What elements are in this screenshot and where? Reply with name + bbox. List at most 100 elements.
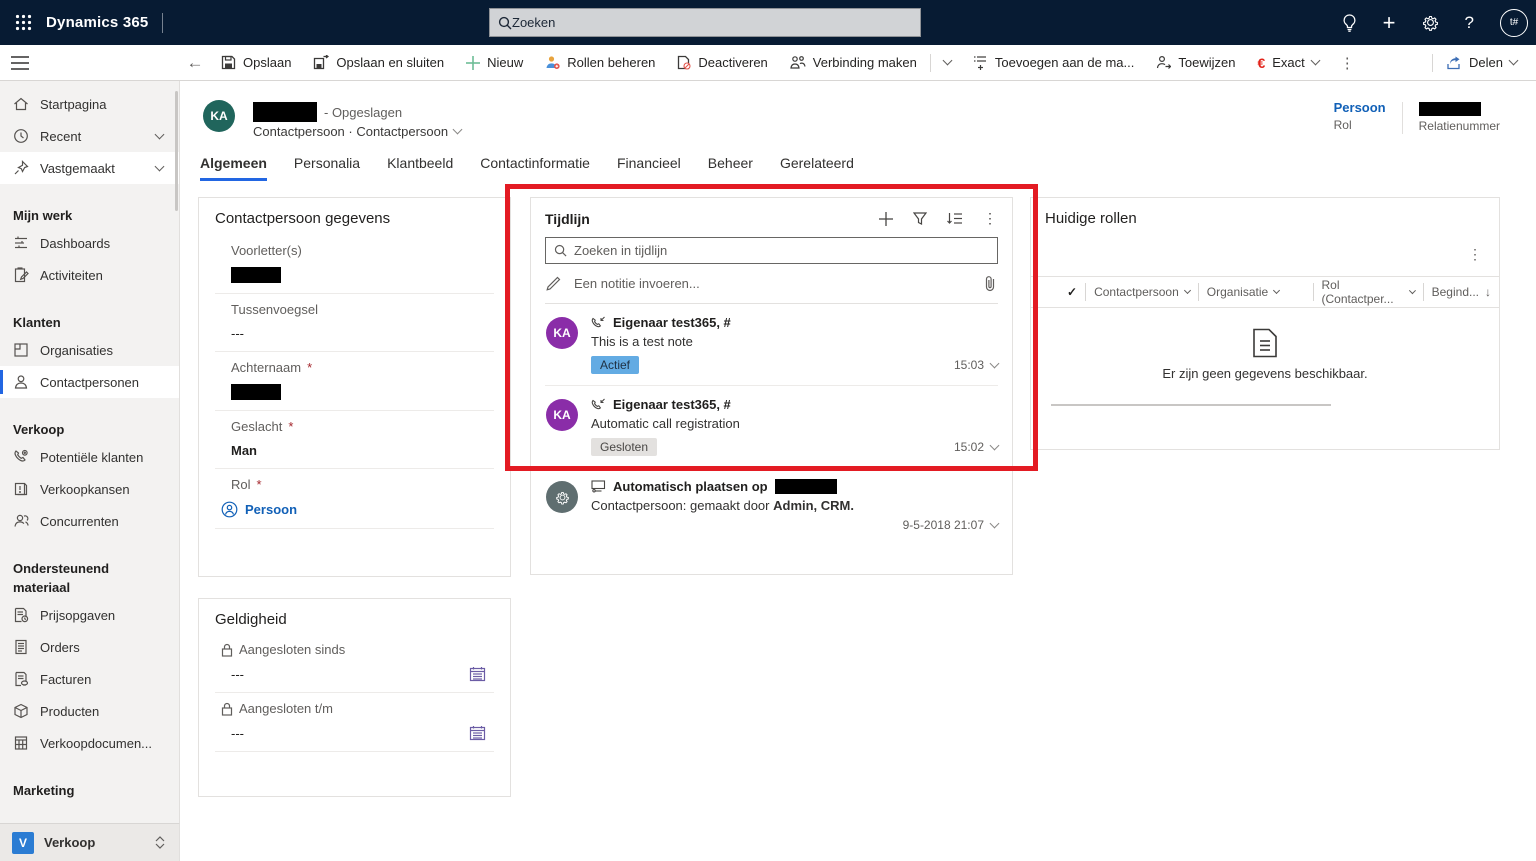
sidebar-item-producten[interactable]: Producten [0, 695, 179, 727]
column-organisatie[interactable]: Organisatie [1197, 283, 1295, 301]
calendar-icon[interactable] [469, 666, 486, 682]
sidebar-item-prijsopgaven[interactable]: Prijsopgaven [0, 599, 179, 631]
entry-time[interactable]: 15:03 [954, 358, 1000, 372]
field-label: Geslacht [231, 419, 283, 434]
sidebar-item-orders[interactable]: Orders [0, 631, 179, 663]
sidebar-scrollbar[interactable] [175, 91, 178, 211]
roles-horizontal-scrollbar[interactable] [1051, 404, 1331, 406]
command-overflow-button[interactable]: ⋮ [1330, 54, 1366, 72]
connect-button[interactable]: Verbinding maken [779, 45, 928, 81]
sidebar-item-potentiele-klanten[interactable]: Potentiële klanten [0, 441, 179, 473]
deactivate-button[interactable]: Deactiveren [666, 45, 778, 81]
field-geslacht[interactable]: Geslacht * Man [215, 411, 494, 469]
sidebar-item-contactpersonen[interactable]: Contactpersonen [0, 366, 179, 398]
sidebar-section-ondersteunend-materiaal: Ondersteunend materiaal [13, 561, 110, 595]
timeline-entry[interactable]: KA Eigenaar test365, # This is a test no… [545, 304, 1000, 386]
account-avatar[interactable]: t# [1500, 8, 1528, 37]
sidebar-item-activiteiten[interactable]: Activiteiten [0, 259, 179, 291]
area-switcher-chevrons-icon [155, 836, 165, 849]
sidebar-item-dashboards[interactable]: Dashboards [0, 227, 179, 259]
column-contactpersoon[interactable]: Contactpersoon [1085, 283, 1198, 301]
timeline-search-box[interactable] [545, 237, 998, 264]
tab-financieel[interactable]: Financieel [617, 155, 681, 181]
field-rol[interactable]: Rol * Persoon [215, 469, 494, 529]
sidebar-item-startpagina[interactable]: Startpagina [0, 88, 179, 120]
app-title[interactable]: Dynamics 365 [46, 14, 148, 31]
tab-gerelateerd[interactable]: Gerelateerd [780, 155, 854, 181]
help-icon[interactable]: ? [1465, 14, 1474, 31]
timeline-more-icon[interactable]: ⋮ [983, 210, 998, 227]
select-all-checkmark[interactable]: ✓ [1059, 283, 1085, 301]
field-label: Aangesloten t/m [239, 701, 333, 716]
sitemap-toggle[interactable] [0, 55, 180, 70]
entry-body: This is a test note [591, 334, 693, 349]
add-to-label: Toevoegen aan de ma... [994, 55, 1135, 70]
form-tabs: Algemeen Personalia Klantbeeld Contactin… [200, 155, 854, 181]
timeline-filter-icon[interactable] [913, 212, 927, 225]
sidebar-item-vastgemaakt[interactable]: Vastgemaakt [0, 152, 179, 184]
new-button[interactable]: Nieuw [455, 45, 534, 81]
sidebar-item-recent[interactable]: Recent [0, 120, 179, 152]
calendar-icon[interactable] [469, 725, 486, 741]
share-icon [1447, 56, 1460, 70]
timeline-note-composer[interactable] [545, 264, 998, 304]
field-aangesloten-tm[interactable]: Aangesloten t/m --- [215, 693, 494, 752]
roles-more-icon[interactable]: ⋮ [1468, 246, 1483, 263]
orders-icon [15, 639, 27, 655]
connect-dropdown-chevron[interactable] [933, 45, 962, 81]
header-role-value[interactable]: Persoon [1334, 100, 1386, 115]
share-button[interactable]: Delen [1435, 45, 1528, 81]
entry-time[interactable]: 15:02 [954, 440, 1000, 454]
quick-create-plus-icon[interactable]: + [1383, 11, 1396, 34]
add-to-marketing-list-button[interactable]: Toevoegen aan de ma... [962, 45, 1146, 81]
sidebar-item-verkoopkansen[interactable]: Verkoopkansen [0, 473, 179, 505]
timeline-search-input[interactable] [574, 243, 989, 258]
field-voorletters[interactable]: Voorletter(s) [215, 235, 494, 294]
sidebar-item-concurrenten[interactable]: Concurrenten [0, 505, 179, 537]
area-switcher[interactable]: V Verkoop [0, 823, 180, 861]
timeline-add-icon[interactable] [879, 211, 893, 226]
search-icon [498, 16, 512, 29]
quotes-icon [14, 607, 29, 623]
back-button[interactable]: ← [180, 53, 210, 73]
save-button[interactable]: Opslaan [210, 45, 302, 81]
tab-klantbeeld[interactable]: Klantbeeld [387, 155, 453, 181]
settings-gear-icon[interactable] [1422, 14, 1439, 31]
sidebar-item-verkoopdocumenten[interactable]: Verkoopdocumen... [0, 727, 179, 759]
manage-roles-button[interactable]: Rollen beheren [534, 45, 666, 81]
timeline-entry[interactable]: Automatisch plaatsen op Contactpersoon: … [545, 468, 1000, 545]
column-begindatum[interactable]: Begind... ↓ [1422, 283, 1499, 301]
lightbulb-icon[interactable] [1342, 13, 1357, 32]
tab-contactinformatie[interactable]: Contactinformatie [480, 155, 590, 181]
note-input[interactable] [574, 276, 971, 291]
roles-card-title: Huidige rollen [1045, 210, 1137, 227]
field-label: Voorletter(s) [231, 243, 302, 258]
sidebar-item-organisaties[interactable]: Organisaties [0, 334, 179, 366]
global-search-box[interactable] [489, 8, 921, 37]
exact-button[interactable]: € Exact [1246, 45, 1329, 81]
role-lookup-link[interactable]: Persoon [245, 502, 297, 517]
tab-algemeen[interactable]: Algemeen [200, 155, 267, 181]
assign-button[interactable]: Toewijzen [1145, 45, 1246, 81]
paperclip-icon[interactable] [984, 275, 996, 292]
sidebar-item-facturen[interactable]: Facturen [0, 663, 179, 695]
field-aangesloten-sinds[interactable]: Aangesloten sinds --- [215, 634, 494, 693]
save-and-close-button[interactable]: Opslaan en sluiten [302, 45, 455, 81]
field-tussenvoegsel[interactable]: Tussenvoegsel --- [215, 294, 494, 352]
field-label: Rol [231, 477, 251, 492]
field-achternaam[interactable]: Achternaam * [215, 352, 494, 411]
sidebar-item-label: Contactpersonen [40, 374, 140, 390]
status-badge: Gesloten [591, 438, 658, 456]
timeline-entry[interactable]: KA Eigenaar test365, # Automatic call re… [545, 386, 1000, 468]
system-post-avatar [546, 481, 578, 513]
sidebar-item-label: Startpagina [40, 96, 107, 112]
entry-time[interactable]: 9-5-2018 21:07 [903, 518, 1000, 532]
tab-personalia[interactable]: Personalia [294, 155, 360, 181]
timeline-expand-all-icon[interactable] [947, 212, 963, 226]
column-rol[interactable]: Rol (Contactper... [1312, 278, 1423, 306]
manage-roles-label: Rollen beheren [567, 55, 656, 70]
tab-beheer[interactable]: Beheer [708, 155, 753, 181]
global-search-input[interactable] [512, 15, 912, 30]
record-entity-switcher[interactable]: Contactpersoon · Contactpersoon [253, 124, 463, 139]
app-launcher-waffle-icon[interactable] [0, 0, 46, 45]
